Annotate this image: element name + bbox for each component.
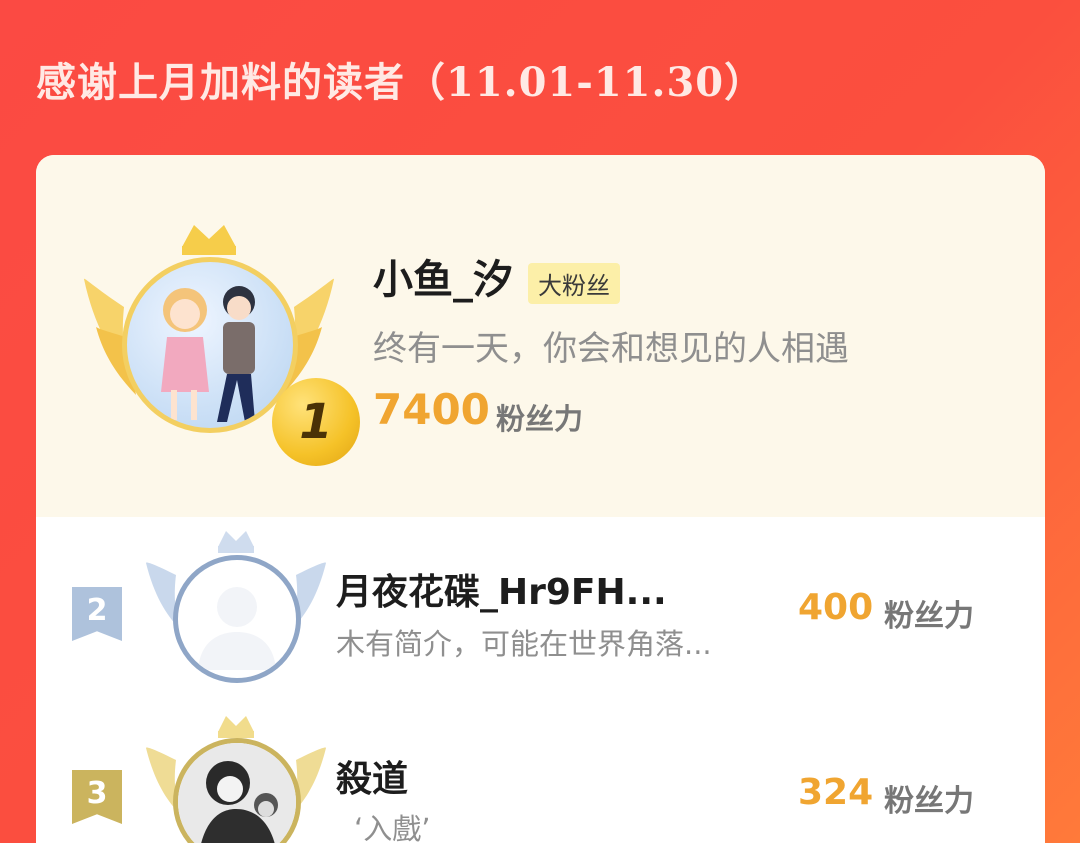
rank3-score-unit: 粉丝力 — [884, 784, 974, 819]
rank1-score: 7400 — [373, 385, 490, 434]
page-title: 感谢上月加料的读者（11.01-11.30） — [36, 50, 765, 108]
default-user-icon — [198, 587, 276, 670]
rank2-score-unit: 粉丝力 — [884, 599, 974, 634]
leaderboard-card: 1 小鱼_汐 大粉丝 终有一天，你会和想见的人相遇 7400 粉丝力 2 月夜花… — [36, 155, 1045, 843]
dark-character-illustration — [178, 743, 296, 843]
rank1-avatar-frame[interactable]: 1 — [84, 217, 360, 466]
page-title-text: 感谢上月加料的读者 — [36, 60, 405, 106]
rank2-bio: 木有简介，可能在世界角落... — [336, 627, 712, 661]
rank3-score: 324 — [798, 772, 874, 813]
list-item[interactable]: 3 殺道 ‘入戲’ 324 粉丝力 — [36, 710, 1045, 843]
rank2-flag: 2 — [72, 587, 122, 641]
list-item[interactable]: 2 月夜花碟_Hr9FH... 木有简介，可能在世界角落... 400 粉丝力 — [36, 525, 1045, 685]
fan-level-badge: 大粉丝 — [528, 263, 620, 304]
rank2-avatar[interactable] — [173, 555, 301, 683]
rank1-medal: 1 — [272, 378, 360, 466]
anime-couple-illustration — [161, 286, 255, 422]
rank2-username[interactable]: 月夜花碟_Hr9FH... — [336, 563, 667, 615]
rank3-bio: ‘入戲’ — [354, 812, 431, 843]
rank1-bio: 终有一天，你会和想见的人相遇 — [373, 329, 849, 369]
rank2-score: 400 — [798, 587, 874, 628]
date-range: （11.01-11.30） — [405, 59, 766, 106]
rank1-section[interactable]: 1 小鱼_汐 大粉丝 终有一天，你会和想见的人相遇 7400 粉丝力 — [36, 155, 1045, 517]
rank1-avatar[interactable] — [122, 257, 298, 433]
rank3-flag: 3 — [72, 770, 122, 824]
rank1-score-unit: 粉丝力 — [496, 402, 584, 436]
rank3-username[interactable]: 殺道 — [336, 750, 408, 802]
rank1-username[interactable]: 小鱼_汐 — [373, 247, 513, 305]
